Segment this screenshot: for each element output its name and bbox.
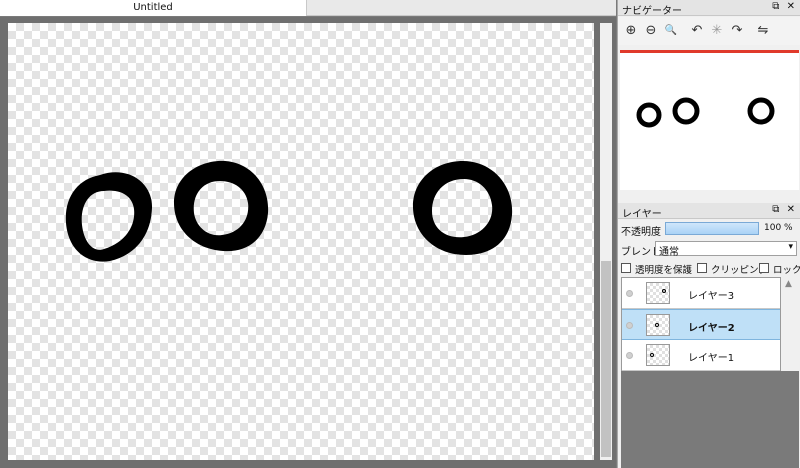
checkbox-box[interactable]: [759, 263, 769, 273]
layer-name: レイヤー3: [688, 291, 735, 302]
brush-stroke-circle-2: [174, 160, 269, 252]
chevron-down-icon: ▾: [788, 242, 793, 252]
layer-list-empty-area: [621, 371, 799, 468]
layer-name: レイヤー1: [688, 353, 735, 364]
layer-name: レイヤー2: [688, 323, 735, 334]
checkbox-label: 透明度を保護: [635, 265, 693, 276]
preview-circle-3: [747, 97, 775, 125]
layer-thumbnail: [646, 344, 670, 366]
flip-horizontal-icon[interactable]: ⇋: [754, 22, 772, 40]
scroll-up-icon[interactable]: ▲: [785, 279, 792, 289]
panel-close-icon[interactable]: ✕: [787, 1, 797, 12]
zoom-out-icon[interactable]: ⊖: [642, 22, 660, 40]
canvas-area: [0, 17, 616, 468]
blend-mode-select[interactable]: 通常 ▾: [655, 241, 797, 258]
panel-float-icon[interactable]: ⧉: [772, 1, 781, 12]
layers-title: レイヤー: [622, 209, 662, 220]
drawing-canvas[interactable]: [8, 23, 594, 460]
checkbox-box[interactable]: [621, 263, 631, 273]
opacity-value: 100 %: [764, 223, 793, 233]
layer-thumbnail: [646, 314, 670, 336]
side-panels: ナビゲーター ⧉ ✕ ⊕ ⊖ 🔍 ↶ ✳ ↷ ⇋ レイヤー ⧉ ✕ 不透明度 1…: [617, 0, 800, 468]
preview-circle-2: [672, 97, 700, 125]
rotate-right-icon[interactable]: ↷: [728, 22, 746, 40]
checkbox-label: ロック: [773, 265, 800, 276]
layer-list: レイヤー3 レイヤー2 レイヤー1: [621, 277, 781, 371]
blend-mode-value: 通常: [659, 247, 679, 258]
paint-app-window: Untitled ナビゲーター ⧉ ✕ ⊕ ⊖ 🔍 ↶ ✳ ↷ ⇋ レイヤー ⧉…: [0, 0, 800, 468]
opacity-row: 不透明度 100 %: [621, 222, 799, 238]
blend-row: ブレンド 通常 ▾: [621, 241, 799, 258]
zoom-fit-icon[interactable]: 🔍: [662, 22, 680, 40]
rotate-reset-icon[interactable]: ✳: [708, 22, 726, 40]
brush-stroke-circle-1: [65, 172, 153, 262]
navigator-title: ナビゲーター: [622, 6, 682, 17]
visibility-toggle-icon[interactable]: [626, 290, 633, 297]
panel-close-icon[interactable]: ✕: [787, 204, 797, 215]
opacity-label: 不透明度: [621, 227, 661, 238]
zoom-in-icon[interactable]: ⊕: [622, 22, 640, 40]
visibility-toggle-icon[interactable]: [626, 352, 633, 359]
preview-circle-1: [636, 102, 662, 128]
navigator-panel-header: ナビゲーター ⧉ ✕: [618, 0, 800, 17]
document-tab[interactable]: Untitled: [0, 0, 307, 16]
panel-float-icon[interactable]: ⧉: [772, 204, 781, 215]
navigator-toolbar: ⊕ ⊖ 🔍 ↶ ✳ ↷ ⇋: [618, 17, 800, 45]
visibility-toggle-icon[interactable]: [626, 322, 633, 329]
navigator-preview[interactable]: [620, 50, 799, 190]
layer-row-2[interactable]: レイヤー2: [622, 309, 780, 340]
opacity-slider[interactable]: [665, 222, 759, 235]
layer-options-row: 透明度を保護 クリッピング ロック: [621, 261, 800, 276]
rotate-left-icon[interactable]: ↶: [688, 22, 706, 40]
layers-panel-header: レイヤー ⧉ ✕: [618, 203, 800, 220]
layer-row-3[interactable]: レイヤー3: [622, 278, 780, 309]
layer-thumbnail: [646, 282, 670, 304]
canvas-vertical-scrollbar[interactable]: [600, 23, 612, 460]
layer-list-scrollbar[interactable]: ▲: [781, 277, 799, 371]
brush-stroke-circle-3: [412, 161, 513, 255]
scrollbar-thumb[interactable]: [601, 261, 611, 457]
layer-row-1[interactable]: レイヤー1: [622, 340, 780, 371]
document-tab-bar: Untitled: [0, 0, 616, 16]
checkbox-box[interactable]: [697, 263, 707, 273]
